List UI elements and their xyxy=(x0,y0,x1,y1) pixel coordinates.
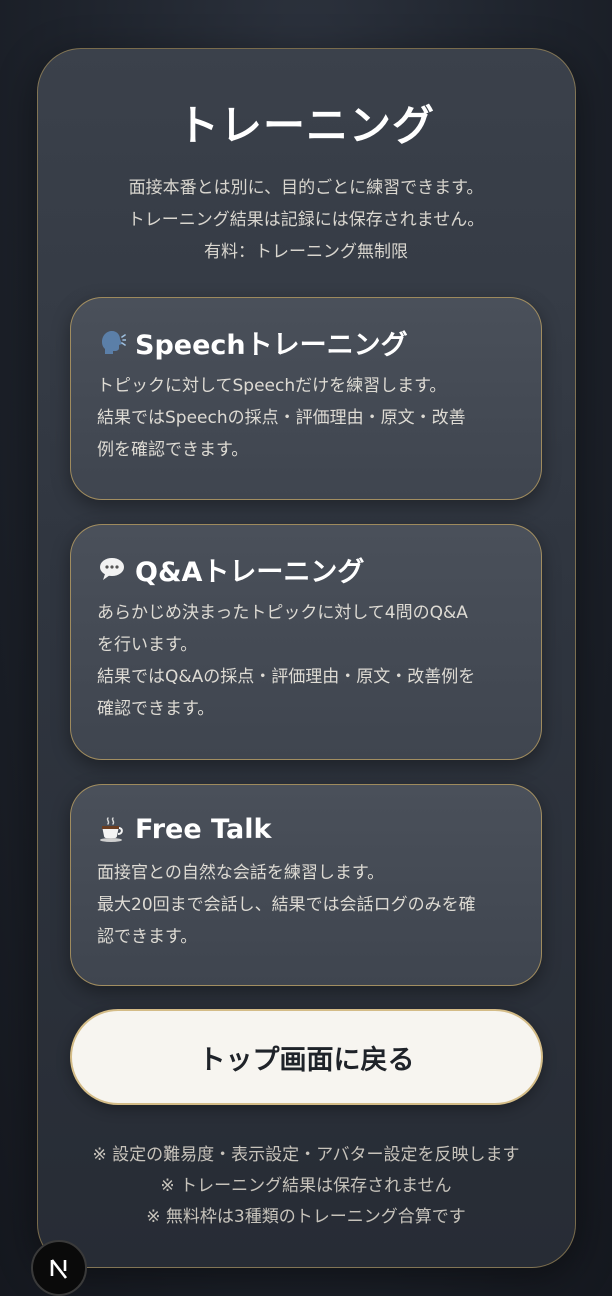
free-talk-card[interactable]: Free Talk 面接官との自然な会話を練習します。 最大20回まで会話し、結… xyxy=(70,784,542,986)
card-description-line: 結果ではSpeechの採点・評価理由・原文・改善 xyxy=(97,408,466,428)
coffee-cup-icon xyxy=(97,814,127,844)
page-title: トレーニング xyxy=(176,101,435,150)
card-description-line: あらかじめ決まったトピックに対して4問のQ&A xyxy=(97,603,468,623)
card-description-line: 確認できます。 xyxy=(97,699,215,719)
footnote-line: ※ 設定の難易度・表示設定・アバター設定を反映します xyxy=(92,1145,520,1165)
card-description-line: 最大20回まで会話し、結果では会話ログのみを確 xyxy=(97,895,476,915)
speech-bubble-icon xyxy=(97,554,127,584)
intro-line: トレーニング結果は記録には保存されません。 xyxy=(127,210,485,230)
card-description-line: 認できます。 xyxy=(97,927,198,947)
card-title: Free Talk xyxy=(135,813,272,845)
card-description: 面接官との自然な会話を練習します。 最大20回まで会話し、結果では会話ログのみを… xyxy=(97,857,515,953)
card-description: トピックに対してSpeechだけを練習します。 結果ではSpeechの採点・評価… xyxy=(97,370,515,466)
card-header: Free Talk xyxy=(97,811,515,847)
back-to-top-button[interactable]: トップ画面に戻る xyxy=(70,1009,543,1105)
footnotes: ※ 設定の難易度・表示設定・アバター設定を反映します ※ トレーニング結果は保存… xyxy=(0,1140,612,1233)
card-description-line: を行います。 xyxy=(97,635,198,655)
qa-training-card[interactable]: Q&Aトレーニング あらかじめ決まったトピックに対して4問のQ&A を行います。… xyxy=(70,524,542,760)
intro-line: 有料：トレーニング無制限 xyxy=(204,242,408,262)
card-description: あらかじめ決まったトピックに対して4問のQ&A を行います。 結果ではQ&Aの採… xyxy=(97,597,515,725)
speech-training-card[interactable]: Speechトレーニング トピックに対してSpeechだけを練習します。 結果で… xyxy=(70,297,542,500)
card-title: Speechトレーニング xyxy=(135,329,408,361)
card-description-line: 例を確認できます。 xyxy=(97,440,249,460)
footnote-line: ※ 無料枠は3種類のトレーニング合算です xyxy=(146,1207,466,1227)
speaking-head-icon xyxy=(97,327,127,357)
card-header: Speechトレーニング xyxy=(97,324,515,361)
intro-line: 面接本番とは別に、目的ごとに練習できます。 xyxy=(128,178,484,198)
card-title: Q&Aトレーニング xyxy=(135,556,365,588)
card-description-line: 面接官との自然な会話を練習します。 xyxy=(97,863,385,883)
nextjs-logo-icon[interactable] xyxy=(31,1240,87,1296)
card-description-line: 結果ではQ&Aの採点・評価理由・原文・改善例を xyxy=(97,667,476,687)
footnote-line: ※ トレーニング結果は保存されません xyxy=(160,1176,452,1196)
card-header: Q&Aトレーニング xyxy=(97,551,515,588)
card-description-line: トピックに対してSpeechだけを練習します。 xyxy=(97,376,447,396)
intro-text: 面接本番とは別に、目的ごとに練習できます。 トレーニング結果は記録には保存されま… xyxy=(0,172,612,268)
